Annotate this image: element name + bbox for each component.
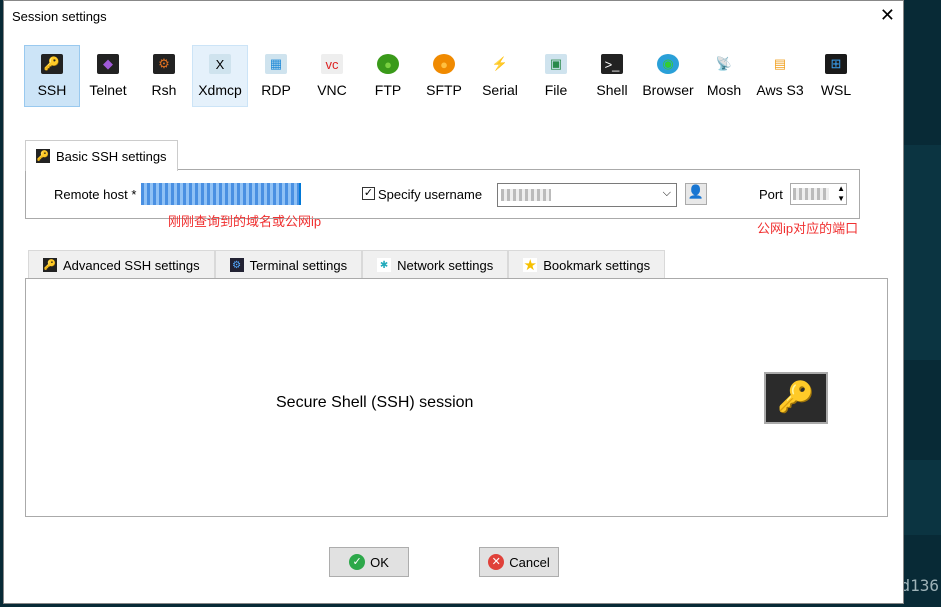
terminal-gear-icon: ⚙ <box>229 258 244 272</box>
session-type-label: Rsh <box>151 82 177 98</box>
green-globe-icon: ● <box>377 54 399 74</box>
tab-label: Network settings <box>397 257 494 273</box>
tab-label: Advanced SSH settings <box>63 257 200 273</box>
key-icon: 🔑 <box>36 149 50 163</box>
session-type-label: RDP <box>261 82 291 98</box>
session-type-label: Browser <box>642 82 694 98</box>
satellite-icon: 📡 <box>713 54 735 74</box>
globe-icon: ◉ <box>657 54 679 74</box>
network-icon: ✱ <box>377 258 392 272</box>
session-type-serial[interactable]: ⚡ Serial <box>472 45 528 107</box>
specify-username-label: Specify username <box>378 187 483 202</box>
tab-network-settings[interactable]: ✱ Network settings <box>362 250 509 279</box>
session-type-label: Telnet <box>89 82 127 98</box>
tab-bookmark-settings[interactable]: ★ Bookmark settings <box>508 250 666 279</box>
host-annotation: 刚刚查询到的域名或公网ip <box>168 214 322 229</box>
port-annotation: 公网ip对应的端口 <box>757 221 859 236</box>
chevron-down-icon: ⌵ <box>662 187 671 199</box>
terminal-text: d136 <box>900 576 939 595</box>
session-type-label: WSL <box>820 82 852 98</box>
windows-monitor-icon: ▦ <box>265 54 287 74</box>
session-type-label: Mosh <box>706 82 742 98</box>
session-type-aws-s3[interactable]: ▤ Aws S3 <box>752 45 808 107</box>
advanced-tabs: 🔑 Advanced SSH settings ⚙ Terminal settings… <box>28 250 666 279</box>
terminal-icon: >_ <box>601 54 623 74</box>
ok-button[interactable]: ✓ OK <box>329 547 409 577</box>
session-type-label: Shell <box>596 82 628 98</box>
tab-advanced-ssh-settings[interactable]: 🔑 Advanced SSH settings <box>28 250 215 279</box>
plug-icon: ⚡ <box>489 54 511 74</box>
session-type-shell[interactable]: >_ Shell <box>584 45 640 107</box>
session-type-rsh[interactable]: ⚙ Rsh <box>136 45 192 107</box>
check-circle-icon: ✓ <box>349 554 366 570</box>
session-type-label: Aws S3 <box>756 82 804 98</box>
session-type-wsl[interactable]: ⊞ WSL <box>808 45 864 107</box>
key-icon: 🔑 <box>41 54 63 74</box>
tab-terminal-settings[interactable]: ⚙ Terminal settings <box>214 250 363 279</box>
description-panel: Secure Shell (SSH) session 🔑 <box>25 278 888 517</box>
specify-username-checkbox[interactable]: ✓ <box>362 187 375 200</box>
session-type-label: VNC <box>317 82 347 98</box>
port-label: Port <box>759 187 783 202</box>
tab-label: Terminal settings <box>249 257 348 273</box>
cancel-label: Cancel <box>509 554 550 570</box>
session-type-ftp[interactable]: ● FTP <box>360 45 416 107</box>
user-key-button[interactable]: 👤 <box>685 183 707 205</box>
windows-icon: ⊞ <box>825 54 847 74</box>
file-monitor-icon: ▣ <box>545 54 567 74</box>
cubes-icon: ▤ <box>769 54 791 74</box>
terminal-background-2 <box>904 460 941 535</box>
ok-label: OK <box>370 554 389 570</box>
session-type-vnc[interactable]: vc VNC <box>304 45 360 107</box>
gears-icon: ⚙ <box>153 54 175 74</box>
remote-host-label: Remote host * <box>54 187 137 202</box>
gem-icon: ◆ <box>97 54 119 74</box>
session-type-browser[interactable]: ◉ Browser <box>640 45 696 107</box>
session-type-label: FTP <box>374 82 402 98</box>
port-input[interactable]: ▲ ▼ <box>790 183 847 205</box>
close-button[interactable]: ✕ <box>880 5 895 26</box>
session-type-xdmcp[interactable]: X Xdmcp <box>192 45 248 107</box>
session-type-label: File <box>544 82 568 98</box>
star-icon: ★ <box>523 257 538 274</box>
session-type-telnet[interactable]: ◆ Telnet <box>80 45 136 107</box>
session-type-file[interactable]: ▣ File <box>528 45 584 107</box>
cancel-circle-icon: ✕ <box>488 554 505 570</box>
username-select[interactable]: ⌵ <box>497 183 677 207</box>
vnc-monitor-icon: vc <box>321 54 343 74</box>
session-type-label: Serial <box>482 82 518 98</box>
session-type-mosh[interactable]: 📡 Mosh <box>696 45 752 107</box>
session-type-sftp[interactable]: ● SFTP <box>416 45 472 107</box>
session-type-label: Xdmcp <box>198 82 242 98</box>
key-icon: 🔑 <box>43 258 57 272</box>
session-type-ssh[interactable]: 🔑 SSH <box>24 45 80 107</box>
terminal-background <box>904 145 941 360</box>
tab-label: Bookmark settings <box>543 257 651 273</box>
session-settings-dialog: Session settings ✕ 🔑 SSH ◆ Telnet ⚙ Rsh X Xdmcp… <box>3 0 904 604</box>
session-type-bar: 🔑 SSH ◆ Telnet ⚙ Rsh X Xdmcp ▦ RDP vc VNC ● FTP ● SFTP ⚡… <box>24 45 864 107</box>
dialog-title: Session settings <box>12 9 107 24</box>
session-description: Secure Shell (SSH) session <box>276 394 474 411</box>
ssh-key-large-icon: 🔑 <box>764 372 828 424</box>
session-type-label: SSH <box>37 82 67 98</box>
orange-globe-icon: ● <box>433 54 455 74</box>
port-spinner[interactable]: ▲ ▼ <box>837 184 845 204</box>
tab-label: Basic SSH settings <box>56 148 167 164</box>
remote-host-input[interactable] <box>141 183 301 205</box>
tab-basic-ssh-settings[interactable]: 🔑 Basic SSH settings <box>25 140 178 171</box>
cancel-button[interactable]: ✕ Cancel <box>479 547 559 577</box>
session-type-label: SFTP <box>426 82 462 98</box>
session-type-rdp[interactable]: ▦ RDP <box>248 45 304 107</box>
x-monitor-icon: X <box>209 54 231 74</box>
